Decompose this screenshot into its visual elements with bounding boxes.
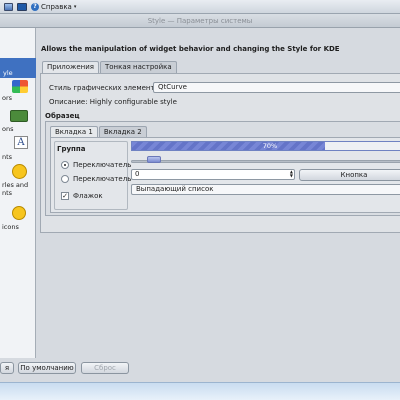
sidebar-item-label: nts <box>2 153 13 161</box>
module-description: Allows the manipulation of widget behavi… <box>41 45 340 53</box>
radio-button-1[interactable] <box>61 161 69 169</box>
sidebar-item-label: rles and <box>2 181 29 189</box>
window: yle ors ons A nts rles and nts icons All… <box>0 28 400 382</box>
tab-fine-tuning[interactable]: Тонкая настройка <box>99 61 177 73</box>
style-description: Описание: Highly configurable style <box>49 98 177 106</box>
sidebar-item-style[interactable]: yle <box>0 58 36 78</box>
chevron-down-icon: ▾ <box>73 3 77 10</box>
monitor-icon <box>17 2 27 11</box>
tab-panel: Стиль графических элементов: QtCurve Опи… <box>40 73 400 233</box>
sidebar-item-label: icons <box>2 223 19 231</box>
menu-help-label: Справка <box>41 2 72 11</box>
sidebar-item-label: ors <box>2 94 13 102</box>
sidebar-item-colors[interactable]: ors <box>0 80 36 102</box>
menu-monitor[interactable] <box>17 2 27 11</box>
main-tabs: Приложения Тонкая настройка <box>42 61 178 74</box>
sidebar-item-emoticons-themes[interactable]: rles and nts <box>0 164 36 200</box>
dropdown-list[interactable]: Выпадающий список <box>131 184 400 195</box>
progress-text: 70% <box>262 142 278 150</box>
icons-icon <box>10 110 28 122</box>
menu-help[interactable]: ? Справка ▾ <box>31 2 77 11</box>
menu-app[interactable] <box>4 2 13 11</box>
radio-label-1: Переключатель <box>73 161 132 169</box>
sidebar-item-icons[interactable]: ons <box>0 108 36 133</box>
style-label: Стиль графических элементов: <box>49 84 166 92</box>
sample-button[interactable]: Кнопка <box>299 169 400 181</box>
sidebar: yle ors ons A nts rles and nts icons <box>0 28 36 358</box>
emoticons-icon <box>12 206 26 220</box>
reset-button: Сброс <box>81 362 129 374</box>
progress-bar: 70% <box>131 141 400 151</box>
help-icon: ? <box>31 2 39 11</box>
menubar: ? Справка ▾ <box>0 0 400 14</box>
footer-bar: я По умолчанию Сброс <box>0 358 400 382</box>
checkbox-label: Флажок <box>73 192 103 200</box>
sample-title: Образец <box>45 112 80 120</box>
spin-arrows-icon[interactable]: ▲ ▼ <box>290 170 293 178</box>
radio-button-2[interactable] <box>61 175 69 183</box>
colors-icon <box>12 80 28 93</box>
apply-button[interactable]: я <box>0 362 14 374</box>
window-title: Style — Параметры системы <box>0 14 400 28</box>
spin-box[interactable]: 0 ▲ ▼ <box>131 169 295 180</box>
sidebar-item-label: yle <box>3 69 13 77</box>
sample-tab-2[interactable]: Вкладка 2 <box>98 126 147 137</box>
sidebar-item-emoticons[interactable]: icons <box>0 206 36 231</box>
group-title: Группа <box>57 145 86 153</box>
spin-value: 0 <box>135 170 140 178</box>
sample-panel: Группа Переключатель Переключатель ✓ Фла… <box>50 137 400 213</box>
slider-track[interactable] <box>131 160 400 163</box>
taskbar <box>0 382 400 400</box>
sample-tabs: Вкладка 1 Вкладка 2 <box>50 126 148 137</box>
sidebar-item-label-2: nts <box>2 189 13 197</box>
style-select[interactable]: QtCurve <box>153 82 400 93</box>
app-icon <box>4 2 13 11</box>
group-box: Группа Переключатель Переключатель ✓ Фла… <box>54 141 132 210</box>
radio-label-2: Переключатель <box>73 175 132 183</box>
sidebar-item-label: ons <box>2 125 14 133</box>
defaults-button[interactable]: По умолчанию <box>18 362 76 374</box>
slider-handle[interactable] <box>147 156 161 163</box>
sample-tab-1[interactable]: Вкладка 1 <box>50 126 98 137</box>
checkbox[interactable]: ✓ <box>61 192 69 200</box>
fonts-icon: A <box>14 136 28 149</box>
sidebar-item-fonts[interactable]: A nts <box>0 136 36 161</box>
sample-box: Вкладка 1 Вкладка 2 Группа Переключатель… <box>45 121 400 216</box>
main-content: Allows the manipulation of widget behavi… <box>36 28 400 358</box>
emoticon-icon <box>12 164 27 179</box>
